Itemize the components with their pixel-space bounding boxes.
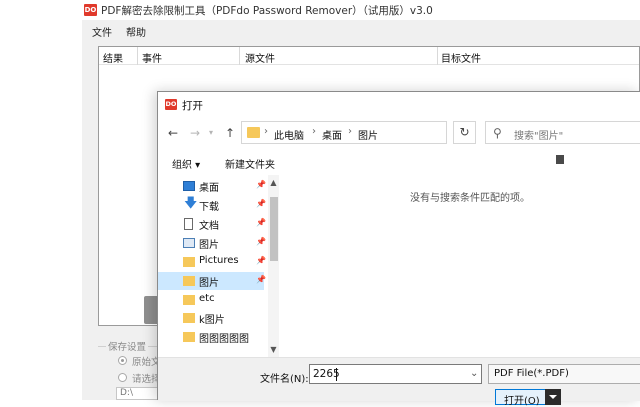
menu-bar	[82, 20, 640, 42]
nav-item-label: k图片	[199, 315, 225, 326]
nav-item-label: Pictures	[199, 255, 239, 266]
nav-item-documents[interactable]: 文档 📌	[158, 215, 266, 233]
folder-icon	[183, 313, 195, 323]
filename-label: 文件名(N):	[260, 374, 309, 385]
folder-icon	[183, 332, 195, 342]
pin-icon[interactable]: 📌	[256, 275, 266, 284]
column-divider[interactable]	[137, 47, 138, 65]
column-divider[interactable]	[239, 47, 240, 65]
menu-help[interactable]: 帮助	[126, 24, 146, 39]
chevron-down-icon[interactable]: ⌄	[470, 368, 478, 379]
column-event[interactable]: 事件	[142, 50, 162, 65]
nav-item-etc[interactable]: etc	[158, 291, 264, 309]
app-title: PDF解密去除限制工具（PDFdo Password Remover）（试用版）…	[101, 5, 433, 17]
scroll-up-icon[interactable]: ▲	[268, 178, 279, 187]
breadcrumb-desktop[interactable]: 桌面	[322, 127, 342, 142]
column-source-file[interactable]: 源文件	[245, 50, 275, 65]
open-dropdown-icon[interactable]	[545, 389, 561, 405]
nav-item-k-pictures[interactable]: k图片	[158, 309, 264, 327]
file-list[interactable]: 没有与搜索条件匹配的项。	[280, 175, 640, 365]
file-type-value: PDF File(*.PDF)	[494, 368, 569, 379]
forward-arrow-icon[interactable]: →	[187, 126, 203, 140]
nav-item-downloads[interactable]: 🡇 下载 📌	[158, 196, 266, 214]
text-caret	[336, 368, 337, 381]
refresh-icon[interactable]: ↻	[453, 121, 476, 144]
nav-item-label: 文档	[199, 221, 219, 232]
search-icon: ⚲	[493, 126, 502, 140]
desktop-icon	[183, 181, 195, 191]
nav-item-label: 下载	[199, 202, 219, 213]
nav-item-label: 桌面	[199, 183, 219, 194]
search-box[interactable]: ⚲ 搜索"图片"	[485, 121, 640, 144]
folder-icon	[247, 127, 260, 138]
folder-icon	[183, 257, 195, 267]
pin-icon[interactable]: 📌	[256, 199, 266, 208]
download-icon: 🡇	[184, 196, 198, 211]
nav-item-label: 图图图图图	[199, 334, 249, 345]
nav-item-pictures-folder[interactable]: Pictures 📌	[158, 253, 266, 271]
pin-icon[interactable]: 📌	[256, 256, 266, 265]
nav-scrollbar-thumb[interactable]	[270, 197, 278, 261]
breadcrumb-this-pc[interactable]: 此电脑	[274, 127, 304, 142]
radio-choose-folder[interactable]	[118, 373, 127, 382]
column-target-file[interactable]: 目标文件	[441, 50, 481, 65]
nav-item-label: etc	[199, 293, 215, 304]
nav-item-label: 图片	[199, 278, 219, 289]
new-folder-button[interactable]: 新建文件夹	[225, 156, 275, 171]
dialog-footer: 文件名(N): 2265 ⌄ PDF File(*.PDF) 打开(O)	[158, 357, 640, 407]
file-type-select[interactable]: PDF File(*.PDF)	[488, 364, 640, 384]
empty-results-message: 没有与搜索条件匹配的项。	[410, 193, 530, 204]
nav-item-pictures-library[interactable]: 图片 📌	[158, 234, 266, 252]
folder-icon	[183, 276, 195, 286]
breadcrumb-separator: ›	[312, 126, 316, 137]
nav-item-tutu[interactable]: 图图图图图	[158, 328, 264, 346]
breadcrumb-pictures[interactable]: 图片	[358, 127, 378, 142]
back-arrow-icon[interactable]: ←	[165, 126, 181, 140]
filename-input[interactable]: 2265 ⌄	[309, 364, 482, 384]
address-bar[interactable]: › 此电脑 › 桌面 › 图片 ⌄	[241, 121, 520, 144]
column-divider[interactable]	[437, 47, 438, 65]
app-titlebar: DO PDF解密去除限制工具（PDFdo Password Remover）（试…	[82, 0, 640, 20]
search-placeholder: 搜索"图片"	[514, 131, 564, 142]
nav-item-pictures-selected[interactable]: 图片 📌	[158, 272, 266, 290]
up-arrow-icon[interactable]: ↑	[222, 126, 238, 140]
pin-icon[interactable]: 📌	[256, 218, 266, 227]
column-result[interactable]: 结果	[103, 50, 123, 65]
organize-button[interactable]: 组织 ▾	[172, 156, 200, 171]
folder-icon	[183, 295, 195, 305]
scroll-down-icon[interactable]: ▼	[268, 345, 279, 354]
save-settings-label: 保存设置	[106, 339, 149, 353]
radio-original-folder[interactable]	[118, 356, 127, 365]
pin-icon[interactable]: 📌	[256, 180, 266, 189]
menu-file[interactable]: 文件	[92, 24, 112, 39]
nav-item-label: 图片	[199, 240, 219, 251]
dialog-title: 打开	[182, 100, 203, 112]
pictures-icon	[183, 238, 195, 248]
nav-item-desktop[interactable]: 桌面 📌	[158, 177, 266, 195]
recent-dropdown-icon[interactable]: ▾	[203, 126, 219, 140]
dialog-logo-icon: DO	[165, 99, 177, 110]
app-logo-icon: DO	[84, 4, 97, 16]
open-file-dialog: DO 打开 ← → ▾ ↑ › 此电脑 › 桌面 › 图片 ⌄ ↻ ⚲ 搜索"图…	[157, 91, 640, 407]
view-options-icon[interactable]	[556, 155, 564, 164]
breadcrumb-separator: ›	[348, 126, 352, 137]
table-header: 结果 事件 源文件 目标文件	[99, 47, 639, 65]
breadcrumb-separator: ›	[264, 126, 268, 137]
pin-icon[interactable]: 📌	[256, 237, 266, 246]
document-icon	[184, 218, 193, 230]
